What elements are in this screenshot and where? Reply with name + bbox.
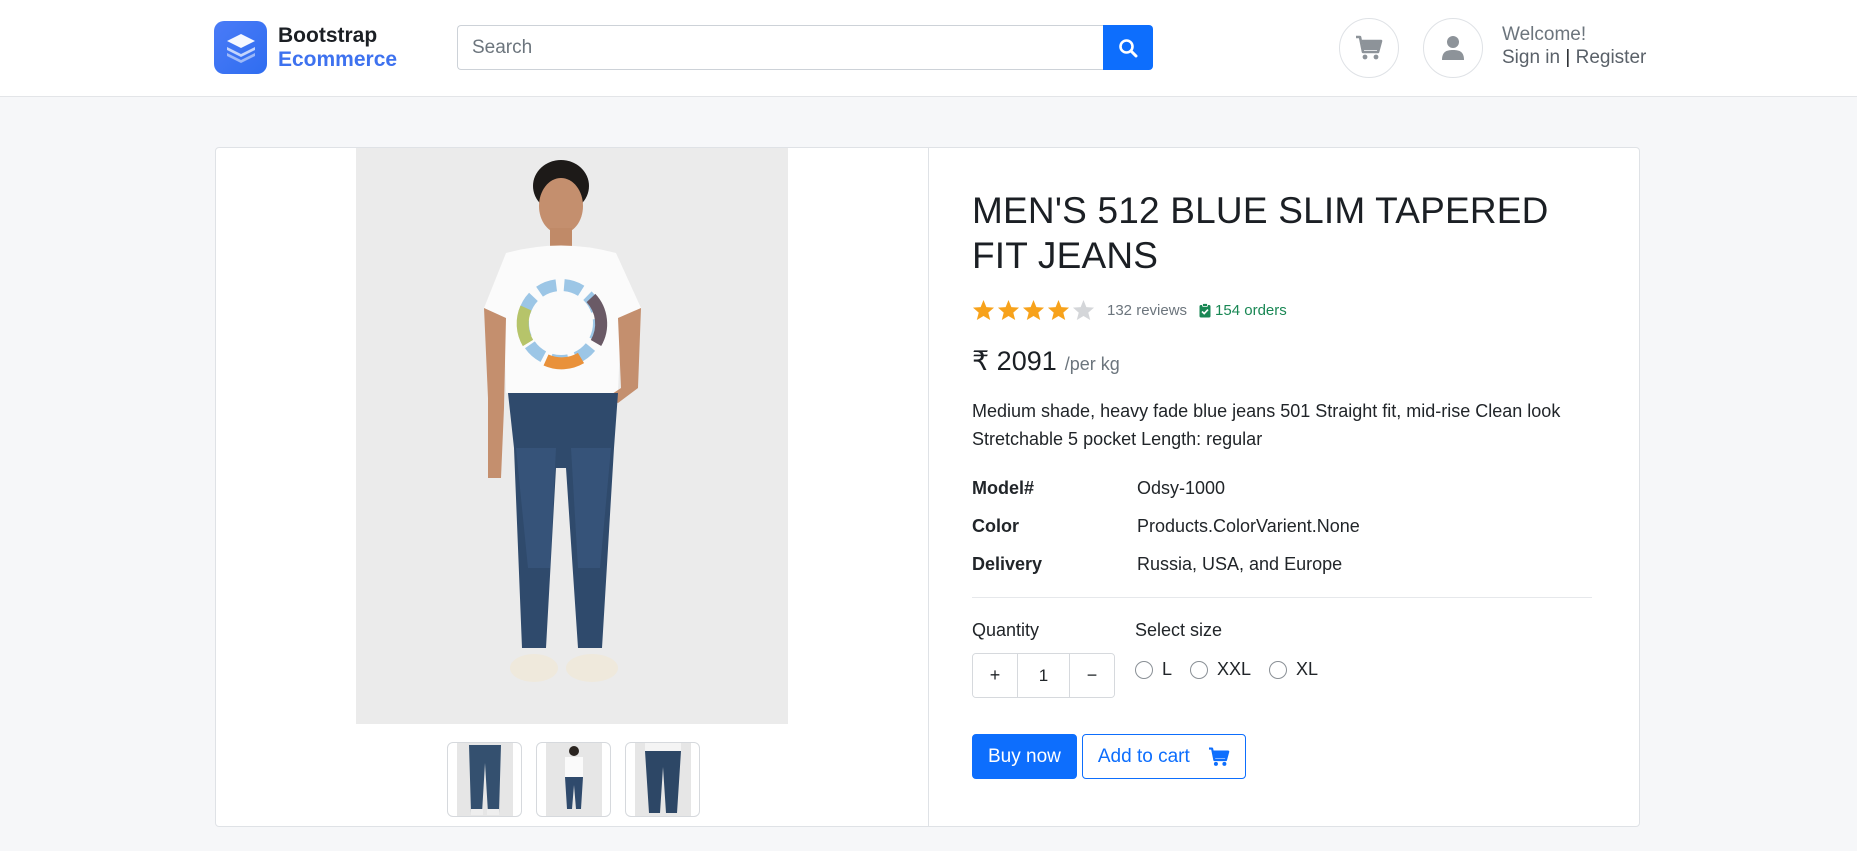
product-description: Medium shade, heavy fade blue jeans 501 … bbox=[972, 401, 1561, 449]
size-option-label: L bbox=[1162, 659, 1173, 679]
thumbnail-3[interactable] bbox=[625, 742, 700, 817]
star-icon bbox=[1047, 299, 1070, 321]
purchase-options: Quantity + 1 − Select size L XXL XL bbox=[972, 620, 1602, 698]
cart-button[interactable] bbox=[1339, 18, 1399, 78]
spec-key: Model# bbox=[972, 477, 1035, 498]
spec-value: Odsy-1000 bbox=[1137, 477, 1226, 498]
size-group: Select size L XXL XL bbox=[1135, 620, 1318, 698]
auth-separator: | bbox=[1565, 46, 1571, 68]
star-icon bbox=[1022, 299, 1045, 321]
spec-value: Russia, USA, and Europe bbox=[1137, 553, 1343, 574]
brand-name-top: Bootstrap bbox=[278, 24, 378, 48]
star-icon bbox=[972, 299, 995, 321]
product-gallery bbox=[216, 148, 929, 826]
add-to-cart-label: Add to cart bbox=[1097, 745, 1190, 767]
price-unit: /per kg bbox=[1064, 354, 1120, 374]
product-price: ₹ 2091 bbox=[972, 346, 1057, 376]
size-option-l[interactable]: L bbox=[1135, 659, 1172, 680]
spec-row-model: Model# Odsy-1000 bbox=[972, 469, 1602, 507]
size-option-xl[interactable]: XL bbox=[1269, 659, 1318, 680]
star-empty-icon bbox=[1072, 299, 1095, 321]
product-title: MEN'S 512 BLUE SLIM TAPERED FIT JEANS bbox=[972, 190, 1549, 276]
quantity-group: Quantity + 1 − bbox=[972, 620, 1115, 698]
spec-row-delivery: Delivery Russia, USA, and Europe bbox=[972, 545, 1602, 583]
order-count: 154 orders bbox=[1199, 302, 1287, 319]
brand-name-bottom: Ecommerce bbox=[278, 47, 398, 71]
sign-in-link[interactable]: Sign in bbox=[1502, 47, 1560, 68]
review-count: 132 reviews bbox=[1107, 301, 1188, 319]
add-to-cart-button[interactable]: Add to cart bbox=[1081, 734, 1246, 779]
rating-row: 132 reviews 154 orders bbox=[972, 296, 1602, 324]
spec-value: Products.ColorVarient.None bbox=[1137, 515, 1360, 536]
search-button[interactable] bbox=[1103, 25, 1153, 70]
action-buttons: Buy now Add to cart bbox=[972, 734, 1602, 779]
quantity-decrease-button[interactable]: − bbox=[1070, 654, 1114, 697]
star-icon bbox=[997, 299, 1020, 321]
product-details: MEN'S 512 BLUE SLIM TAPERED FIT JEANS 13… bbox=[972, 188, 1602, 779]
register-link[interactable]: Register bbox=[1576, 47, 1647, 68]
product-specs: Model# Odsy-1000 Color Products.ColorVar… bbox=[972, 469, 1602, 583]
size-option-xxl[interactable]: XXL bbox=[1190, 659, 1251, 680]
welcome-text: Welcome! bbox=[1502, 24, 1587, 45]
spec-key: Delivery bbox=[972, 553, 1043, 574]
brand[interactable]: Bootstrap Ecommerce bbox=[214, 21, 397, 74]
brand-logo-icon bbox=[214, 21, 267, 74]
order-count-label: 154 orders bbox=[1215, 301, 1287, 319]
quantity-label: Quantity bbox=[972, 620, 1040, 640]
size-label: Select size bbox=[1135, 620, 1223, 640]
buy-now-button[interactable]: Buy now bbox=[972, 734, 1077, 779]
product-card: MEN'S 512 BLUE SLIM TAPERED FIT JEANS 13… bbox=[215, 147, 1640, 827]
thumbnail-strip bbox=[447, 742, 700, 817]
cart-icon bbox=[1356, 35, 1383, 60]
size-option-label: XXL bbox=[1217, 659, 1252, 679]
quantity-stepper: + 1 − bbox=[972, 653, 1115, 698]
search-input[interactable] bbox=[457, 25, 1103, 70]
radio-button[interactable] bbox=[1135, 660, 1153, 679]
quantity-increase-button[interactable]: + bbox=[973, 654, 1017, 697]
price-row: ₹ 2091 /per kg bbox=[972, 346, 1602, 377]
radio-button[interactable] bbox=[1190, 660, 1209, 679]
account-button[interactable] bbox=[1423, 18, 1483, 78]
spec-row-color: Color Products.ColorVarient.None bbox=[972, 507, 1602, 545]
spec-key: Color bbox=[972, 515, 1019, 536]
cart-icon bbox=[1208, 746, 1230, 766]
size-option-label: XL bbox=[1296, 659, 1319, 679]
header: Bootstrap Ecommerce Welcome! Sign in bbox=[0, 0, 1857, 97]
search-icon bbox=[1119, 38, 1138, 57]
search-bar bbox=[457, 25, 1153, 70]
clipboard-check-icon bbox=[1199, 302, 1211, 317]
thumbnail-1[interactable] bbox=[447, 742, 522, 817]
radio-button[interactable] bbox=[1269, 660, 1288, 679]
user-icon bbox=[1442, 36, 1464, 60]
quantity-input[interactable]: 1 bbox=[1017, 654, 1070, 697]
divider bbox=[972, 597, 1592, 598]
size-options: L XXL XL bbox=[1135, 659, 1318, 680]
thumbnail-2[interactable] bbox=[536, 742, 611, 817]
product-main-image[interactable] bbox=[356, 148, 788, 724]
star-rating bbox=[972, 299, 1095, 321]
